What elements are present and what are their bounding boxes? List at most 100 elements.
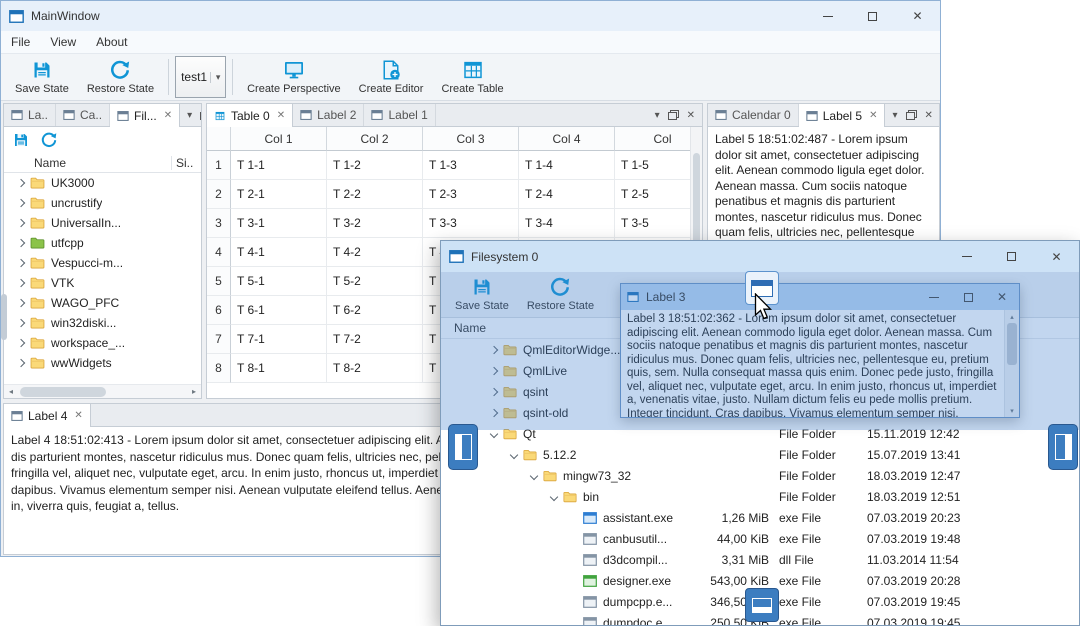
tree-item[interactable]: utfcpp: [4, 233, 201, 253]
table-column-header[interactable]: Col 2: [327, 127, 423, 151]
fs-tree-item[interactable]: bin File Folder 18.03.2019 12:51: [441, 486, 1079, 507]
tab-ca[interactable]: Ca..: [56, 104, 111, 126]
restore-state-icon-button[interactable]: [38, 130, 60, 150]
chevron-right-icon[interactable]: [16, 198, 26, 208]
tree-item[interactable]: uncrustify: [4, 193, 201, 213]
undock-button[interactable]: [905, 110, 917, 120]
undock-button[interactable]: [667, 110, 679, 120]
table-cell[interactable]: T 8-2: [327, 354, 423, 383]
table-cell[interactable]: T 4-1: [231, 238, 327, 267]
chevron-right-icon[interactable]: [16, 218, 26, 228]
column-header-name[interactable]: Name: [4, 156, 171, 170]
tree-item[interactable]: UK3000: [4, 173, 201, 193]
tree-item[interactable]: VTK: [4, 273, 201, 293]
table-cell[interactable]: T 2-4: [519, 180, 615, 209]
table-row-header[interactable]: 4: [207, 238, 231, 267]
table-cell[interactable]: T 2-5: [615, 180, 690, 209]
fs-tree-item[interactable]: canbusutil... 44,00 KiB exe File 07.03.2019…: [441, 528, 1079, 549]
fs-tree-item[interactable]: mingw73_32 File Folder 18.03.2019 12:47: [441, 465, 1079, 486]
table-cell[interactable]: T 1-1: [231, 151, 327, 180]
chevron-down-icon[interactable]: [529, 471, 539, 480]
save-state-icon-button[interactable]: [10, 130, 32, 150]
tab-calendar-0[interactable]: Calendar 0: [708, 104, 799, 126]
close-button[interactable]: ✕: [895, 1, 940, 31]
tree-item[interactable]: workspace_...: [4, 333, 201, 353]
table-cell[interactable]: T 3-3: [423, 209, 519, 238]
close-button[interactable]: ✕: [1034, 241, 1079, 272]
dock-close-button[interactable]: ✕: [687, 110, 695, 121]
table-cell[interactable]: T 1-3: [423, 151, 519, 180]
tab-close-icon[interactable]: ✕: [164, 110, 172, 121]
tab-label-1[interactable]: Label 1: [364, 104, 436, 126]
chevron-right-icon[interactable]: [16, 258, 26, 268]
tab-fil[interactable]: Fil... ✕: [110, 104, 181, 127]
menu-item-view[interactable]: View: [40, 31, 86, 53]
tab-close-icon[interactable]: ✕: [869, 110, 877, 121]
menu-item-file[interactable]: File: [1, 31, 40, 53]
tree-item[interactable]: wwWidgets: [4, 353, 201, 373]
tab-label-4[interactable]: Label 4 ✕: [4, 404, 91, 427]
chevron-right-icon[interactable]: [16, 298, 26, 308]
tab-list-dropdown-button[interactable]: ▾: [892, 110, 897, 121]
tree-item[interactable]: UniversalIn...: [4, 213, 201, 233]
drop-indicator-bottom[interactable]: [745, 588, 779, 622]
table-corner[interactable]: [207, 127, 231, 151]
table-column-header[interactable]: Col 4: [519, 127, 615, 151]
filesystem-titlebar[interactable]: Filesystem 0 ✕: [441, 241, 1079, 272]
table-row-header[interactable]: 5: [207, 267, 231, 296]
table-row-header[interactable]: 8: [207, 354, 231, 383]
chevron-down-icon[interactable]: [489, 429, 499, 438]
tab-close-icon[interactable]: ✕: [277, 110, 285, 121]
tab-label-2[interactable]: Label 2: [293, 104, 365, 126]
main-titlebar[interactable]: MainWindow ✕: [1, 1, 940, 31]
scrollbar-thumb[interactable]: [20, 387, 106, 397]
table-cell[interactable]: T 7-2: [327, 325, 423, 354]
table-row-header[interactable]: 1: [207, 151, 231, 180]
table-cell[interactable]: T 5-1: [231, 267, 327, 296]
table-cell[interactable]: T 4-2: [327, 238, 423, 267]
table-row-header[interactable]: 6: [207, 296, 231, 325]
table-cell[interactable]: T 3-2: [327, 209, 423, 238]
chevron-right-icon[interactable]: [16, 338, 26, 348]
tab-label-5[interactable]: Label 5 ✕: [798, 104, 886, 127]
chevron-right-icon[interactable]: [16, 318, 26, 328]
save-state-button[interactable]: Save State: [7, 55, 77, 99]
table-cell[interactable]: T 2-2: [327, 180, 423, 209]
table-cell[interactable]: T 6-2: [327, 296, 423, 325]
fs-tree-item[interactable]: 5.12.2 File Folder 15.07.2019 13:41: [441, 444, 1079, 465]
table-row-header[interactable]: 2: [207, 180, 231, 209]
column-header-size[interactable]: Si..: [171, 155, 201, 170]
scroll-right-button[interactable]: ▸: [187, 385, 201, 399]
chevron-right-icon[interactable]: [16, 278, 26, 288]
maximize-button[interactable]: [989, 241, 1034, 272]
perspective-combobox[interactable]: test1 ▾: [175, 56, 227, 98]
fs-tree-item[interactable]: d3dcompil... 3,31 MiB dll File 11.03.2014 1…: [441, 549, 1079, 570]
minimize-button[interactable]: [944, 241, 989, 272]
create-table-button[interactable]: Create Table: [433, 55, 511, 99]
tab-list-dropdown-button[interactable]: ▾: [655, 110, 660, 121]
table-cell[interactable]: T 3-5: [615, 209, 690, 238]
scrollbar-thumb[interactable]: [693, 153, 700, 249]
horizontal-scrollbar[interactable]: ◂ ▸: [4, 384, 201, 398]
tree-item[interactable]: win32diski...: [4, 313, 201, 333]
chevron-down-icon[interactable]: [549, 492, 559, 501]
table-column-header[interactable]: Col: [615, 127, 690, 151]
restore-state-button[interactable]: Restore State: [79, 55, 162, 99]
tree-item[interactable]: Vespucci-m...: [4, 253, 201, 273]
create-perspective-button[interactable]: Create Perspective: [239, 55, 349, 99]
minimize-button[interactable]: [805, 1, 850, 31]
maximize-button[interactable]: [850, 1, 895, 31]
table-cell[interactable]: T 7-1: [231, 325, 327, 354]
table-row-header[interactable]: 7: [207, 325, 231, 354]
tab-table-0[interactable]: Table 0 ✕: [207, 104, 294, 127]
undock-button[interactable]: [200, 110, 201, 120]
tab-la[interactable]: La..: [4, 104, 57, 126]
dock-close-button[interactable]: ✕: [925, 110, 933, 121]
chevron-right-icon[interactable]: [16, 358, 26, 368]
tab-close-icon[interactable]: ✕: [74, 410, 82, 421]
scroll-left-button[interactable]: ◂: [4, 385, 18, 399]
table-cell[interactable]: T 1-5: [615, 151, 690, 180]
autohide-tab[interactable]: [1, 294, 7, 340]
table-cell[interactable]: T 3-1: [231, 209, 327, 238]
tab-list-dropdown-button[interactable]: ▾: [187, 110, 192, 121]
